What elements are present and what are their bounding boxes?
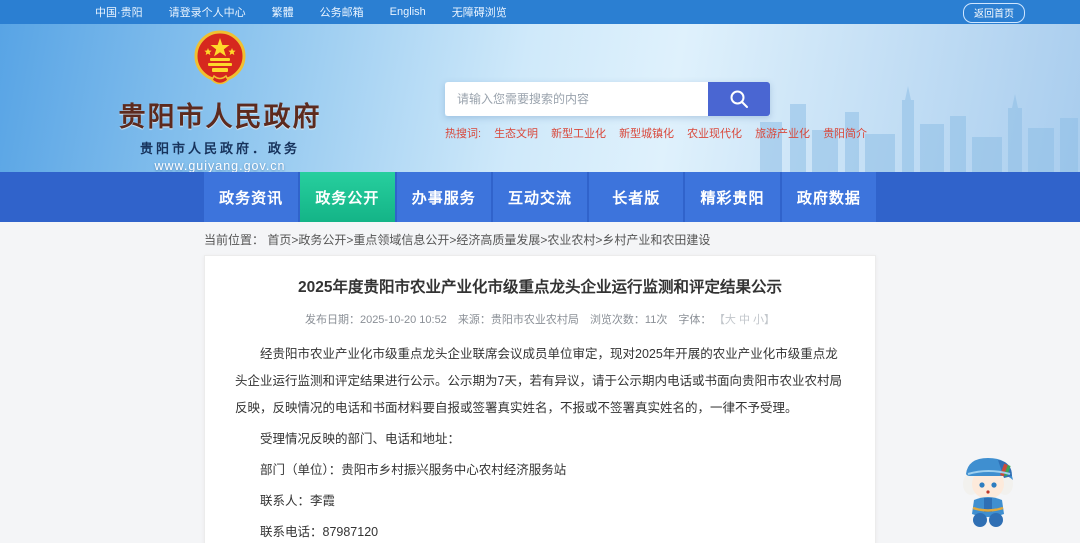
topbar: 中国·贵阳 请登录个人中心 繁體 公务邮箱 English 无障碍浏览 返回首页 (0, 0, 1080, 24)
nav-item-data[interactable]: 政府数据 (781, 172, 876, 222)
paragraph: 联系电话：87987120 (260, 524, 379, 539)
topbar-link-english[interactable]: English (390, 6, 426, 18)
search-icon (730, 90, 748, 108)
back-to-home-button[interactable]: 返回首页 (963, 3, 1025, 23)
nav-item-senior[interactable]: 长者版 (589, 172, 684, 222)
font-size-switch[interactable]: 【大 中 小】 (719, 314, 775, 326)
national-emblem-icon (194, 30, 246, 85)
topbar-link-mail[interactable]: 公务邮箱 (320, 4, 364, 20)
hot-search-row: 热搜词: 生态文明 新型工业化 新型城镇化 农业现代化 旅游产业化 贵阳简介 (445, 125, 867, 141)
hot-word-tourism[interactable]: 旅游产业化 (755, 125, 810, 141)
paragraph: 部门（单位）：贵阳市乡村振兴服务中心农村经济服务站 (260, 462, 567, 477)
breadcrumb: 当前位置： 首页>政务公开>重点领域信息公开>经济高质量发展>农业农村>乡村产业… (204, 222, 876, 255)
main-nav: 政务资讯 政务公开 办事服务 互动交流 长者版 精彩贵阳 政府数据 (0, 172, 1080, 222)
breadcrumb-path[interactable]: 首页>政务公开>重点领域信息公开>经济高质量发展>农业农村>乡村产业和农田建设 (267, 233, 710, 247)
mascot-assistant[interactable] (958, 450, 1018, 528)
hot-word-eco[interactable]: 生态文明 (494, 125, 538, 141)
hot-word-intro[interactable]: 贵阳简介 (823, 125, 867, 141)
paragraph: 联系人：李霞 (260, 493, 336, 508)
site-logo[interactable]: 贵阳市人民政府 贵阳市人民政府．政务 www.guiyang.gov.cn (100, 30, 340, 172)
breadcrumb-label: 当前位置： (204, 233, 265, 247)
article-source: 来源：贵阳市农业农村局 (457, 314, 579, 327)
header-banner: 贵阳市人民政府 贵阳市人民政府．政务 www.guiyang.gov.cn 热搜… (0, 24, 1080, 172)
article-card: 2025年度贵阳市农业产业化市级重点龙头企业运行监测和评定结果公示 发布日期：2… (204, 255, 876, 543)
site-title: 贵阳市人民政府 (118, 102, 322, 133)
nav-item-news[interactable]: 政务资讯 (204, 172, 299, 222)
paragraph: 受理情况反映的部门、电话和地址： (260, 431, 461, 446)
hot-word-industry[interactable]: 新型工业化 (551, 125, 606, 141)
topbar-link-china-guiyang[interactable]: 中国·贵阳 (95, 4, 143, 20)
mascot-icon (963, 458, 1013, 527)
nav-item-highlights[interactable]: 精彩贵阳 (685, 172, 780, 222)
hot-search-label: 热搜词: (445, 128, 482, 140)
nav-item-interaction[interactable]: 互动交流 (492, 172, 588, 222)
article-title: 2025年度贵阳市农业产业化市级重点龙头企业运行监测和评定结果公示 (298, 279, 782, 296)
search-button[interactable] (708, 82, 770, 116)
topbar-link-login[interactable]: 请登录个人中心 (169, 4, 246, 20)
nav-item-services[interactable]: 办事服务 (396, 172, 491, 222)
nav-item-gov-disclosure[interactable]: 政务公开 (300, 172, 395, 222)
topbar-link-accessibility[interactable]: 无障碍浏览 (452, 4, 507, 20)
site-subtitle: 贵阳市人民政府．政务 (139, 141, 300, 156)
hot-word-urbanization[interactable]: 新型城镇化 (619, 125, 674, 141)
hot-word-agriculture[interactable]: 农业现代化 (687, 125, 742, 141)
article-meta: 发布日期：2025-10-20 10:52 来源：贵阳市农业农村局 浏览次数：1… (235, 311, 845, 337)
view-count: 浏览次数：11次 (589, 314, 668, 327)
page: 中国·贵阳 请登录个人中心 繁體 公务邮箱 English 无障碍浏览 返回首页 (0, 0, 1080, 543)
site-url: www.guiyang.gov.cn (154, 159, 286, 172)
search-input[interactable] (445, 82, 708, 116)
article-body: 经贵阳市农业产业化市级重点龙头企业联席会议成员单位审定，现对2025年开展的农业… (235, 341, 845, 543)
publish-date: 发布日期：2025-10-20 10:52 (304, 314, 447, 327)
font-size-label: 字体： (678, 314, 712, 327)
topbar-link-traditional[interactable]: 繁體 (272, 4, 294, 20)
paragraph: 经贵阳市农业产业化市级重点龙头企业联席会议成员单位审定，现对2025年开展的农业… (235, 347, 842, 415)
